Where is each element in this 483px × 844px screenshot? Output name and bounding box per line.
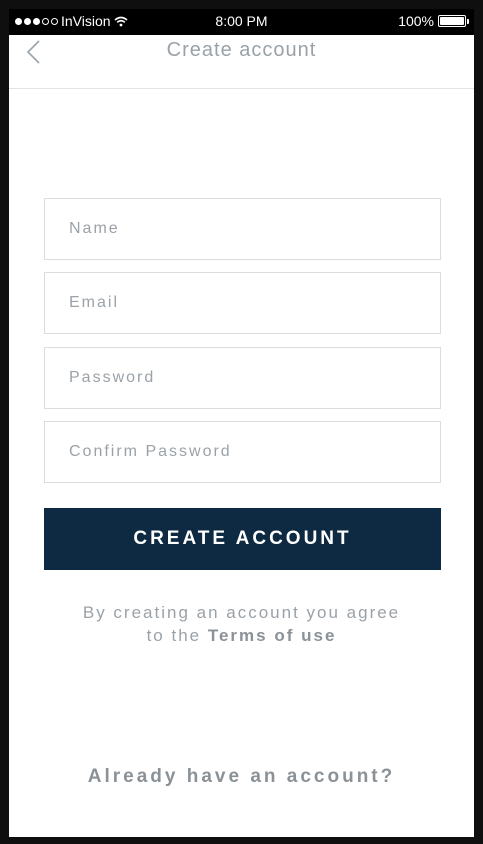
navigation-bar: Create account [9,35,474,89]
terms-line-2: to the Terms of use [9,624,474,647]
name-input[interactable] [45,199,440,259]
status-bar: InVision 8:00 PM 100% [9,9,474,35]
confirm-password-field-container [44,421,441,483]
sign-in-link[interactable]: Already have an account? [9,766,474,788]
password-field-container [44,347,441,409]
battery-percent: 100% [398,13,434,29]
terms-notice: By creating an account you agree to the … [9,601,474,647]
app-screen: Create account CREATE ACCOUNT By creatin… [9,35,474,837]
create-account-button[interactable]: CREATE ACCOUNT [44,508,441,570]
device-frame: InVision 8:00 PM 100% Create account Nam… [0,0,483,844]
status-right: 100% [398,13,469,29]
email-field-container [44,272,441,334]
email-input[interactable] [45,273,440,333]
terms-of-use-link[interactable]: Terms of use [208,626,337,645]
terms-prefix: to the [146,626,202,645]
terms-line-1: By creating an account you agree [82,603,401,622]
confirm-password-input[interactable] [45,422,440,482]
page-title: Create account [166,39,317,61]
password-input[interactable] [45,348,440,408]
battery-icon [438,15,469,27]
name-field-container [44,198,441,260]
